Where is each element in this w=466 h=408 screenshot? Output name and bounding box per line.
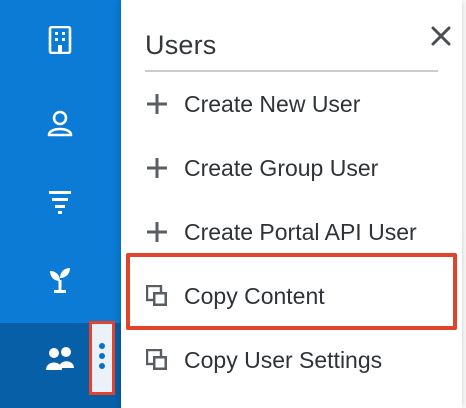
menu-item-copy-content[interactable]: Copy Content (121, 264, 462, 328)
user-icon (43, 106, 77, 140)
page-background (462, 0, 466, 408)
plus-icon (146, 93, 168, 115)
menu-title: Users (145, 30, 217, 60)
plus-icon (146, 221, 168, 243)
copy-icon (146, 349, 168, 371)
sidebar-item-opportunities[interactable] (0, 248, 121, 312)
menu-item-create-new-user[interactable]: Create New User (121, 72, 462, 136)
close-icon (430, 25, 452, 52)
plant-icon (43, 263, 77, 297)
menu-item-create-group-user[interactable]: Create Group User (121, 136, 462, 200)
menu-item-copy-user-settings[interactable]: Copy User Settings (121, 328, 462, 392)
menu-item-create-portal-api-user[interactable]: Create Portal API User (121, 200, 462, 264)
close-button[interactable] (427, 24, 455, 52)
plus-icon (146, 157, 168, 179)
menu-item-label: Create Group User (184, 154, 379, 181)
sidebar-item-leads[interactable] (0, 169, 121, 233)
menu-item-label: Copy User Settings (184, 346, 383, 373)
copy-icon (146, 285, 168, 307)
users-icon (43, 342, 77, 376)
menu-item-label: Create Portal API User (184, 218, 417, 245)
users-menu-panel: Users Create New User Create Group User … (121, 0, 462, 408)
more-actions-button[interactable] (89, 321, 115, 395)
building-icon (43, 23, 77, 57)
kebab-icon (98, 342, 106, 375)
sidebar-item-accounts[interactable] (0, 8, 121, 72)
sidebar-item-contacts[interactable] (0, 91, 121, 155)
filter-icon (43, 184, 77, 218)
menu-item-label: Copy Content (184, 282, 325, 309)
menu-item-label: Create New User (184, 90, 361, 117)
